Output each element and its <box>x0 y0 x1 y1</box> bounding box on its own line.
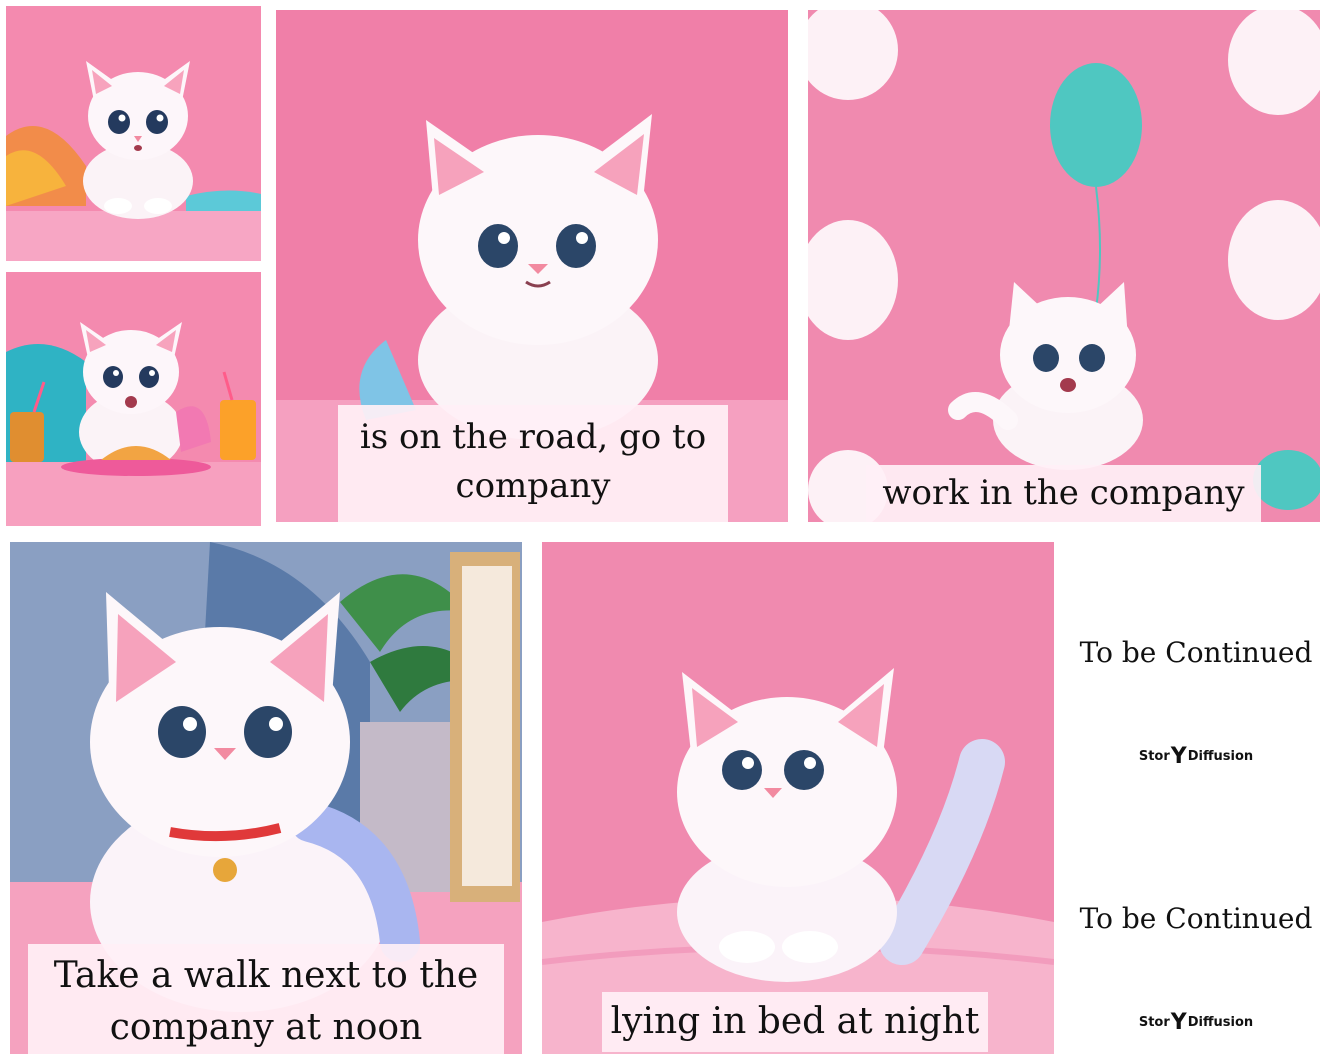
brand-right: Diffusion <box>1187 749 1254 764</box>
comic-panel-2 <box>6 272 261 526</box>
comic-panel-3: is on the road, go to company <box>276 10 788 522</box>
panel-caption: Take a walk next to the company at noon <box>28 944 504 1054</box>
to-be-continued-text: To be Continued <box>1079 636 1313 669</box>
brand-left: Stor <box>1138 749 1170 764</box>
brand-mark: Y <box>1170 744 1187 769</box>
cat-illustration <box>6 272 261 526</box>
cat-illustration <box>6 6 261 261</box>
comic-panel-5: Take a walk next to the company at noon <box>10 542 522 1054</box>
comic-panel-4: work in the company <box>808 10 1320 522</box>
storydiffusion-logo: StorYDiffusion <box>1066 744 1326 769</box>
storydiffusion-logo: StorYDiffusion <box>1066 1010 1326 1035</box>
brand-left: Stor <box>1138 1015 1170 1030</box>
panel-caption: is on the road, go to company <box>338 405 728 522</box>
cat-illustration <box>542 542 1054 1054</box>
panel-caption: work in the company <box>866 465 1261 522</box>
brand-right: Diffusion <box>1187 1015 1254 1030</box>
cat-illustration <box>808 10 1320 522</box>
comic-panel-1 <box>6 6 261 261</box>
to-be-continued-text: To be Continued <box>1079 902 1313 935</box>
panel-caption: lying in bed at night <box>602 992 988 1052</box>
end-cards: To be Continued StorYDiffusion To be Con… <box>1066 540 1326 1060</box>
brand-mark: Y <box>1170 1010 1187 1035</box>
comic-panel-6: lying in bed at night <box>542 542 1054 1054</box>
